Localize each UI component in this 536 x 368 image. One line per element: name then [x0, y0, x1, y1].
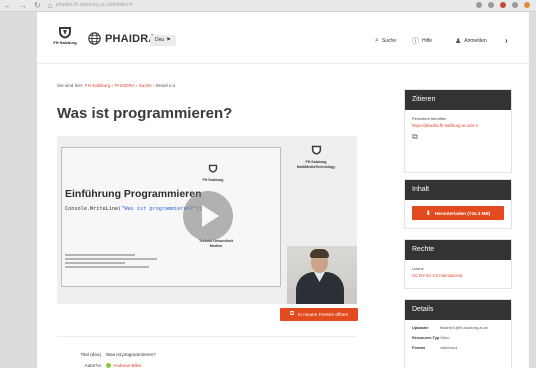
metadata-row: Titel (deu) Was ist programmieren?	[57, 349, 156, 360]
breadcrumb-current: Detail o:4	[155, 83, 176, 88]
metadata-list: Titel (deu) Was ist programmieren? Autor…	[57, 349, 156, 368]
logo-text: FH Salzburg	[53, 40, 77, 45]
download-button[interactable]: ⬇ Herunterladen (744.3 MB)	[412, 206, 504, 220]
search-icon: ⌕	[375, 36, 379, 44]
details-value: fhadmin1@fh-salzburg.ac.at	[440, 326, 488, 330]
page-title: Was ist programmieren?	[57, 105, 233, 122]
reload-icon[interactable]: ↻	[34, 1, 41, 11]
browser-extensions	[476, 2, 530, 8]
corner-subtitle: MultiMediaTechnology	[296, 165, 336, 169]
search-label: Suche	[381, 37, 397, 44]
page: FH Salzburg PHAIDRA Deu ⚑ ⌕ Suche ⓘ Hilf…	[37, 12, 529, 368]
help-button[interactable]: ⓘ Hilfe	[412, 34, 432, 47]
metadata-key: Autor*in	[84, 363, 101, 368]
breadcrumb-item[interactable]: Suche	[139, 83, 152, 88]
details-value: video/mp4	[440, 346, 458, 350]
persistent-id-label: Persistent Identifier	[412, 116, 447, 121]
author-name: Andreas Bilke	[113, 363, 142, 368]
metadata-key: Titel (deu)	[80, 352, 101, 357]
open-new-window-button[interactable]: ⧉ In neuem Fenster öffnen	[280, 308, 358, 321]
slide-logo-text: FH Salzburg	[202, 178, 224, 182]
author-link[interactable]: Andreas Bilke	[106, 363, 141, 368]
details-key: Uploader	[412, 326, 429, 330]
address-bar[interactable]: phaidra.fh-salzburg.ac.at/detail/o:4	[56, 2, 180, 9]
rights-panel-title: Rechte	[405, 240, 511, 260]
breadcrumb-separator: ›	[153, 83, 155, 88]
extension-icon[interactable]	[512, 2, 518, 8]
speaker-webcam	[287, 246, 357, 304]
cite-panel-title: Zitieren	[405, 90, 511, 110]
content-panel-title: Inhalt	[405, 180, 511, 200]
details-panel: Details Uploader fhadmin1@fh-salzburg.ac…	[404, 299, 512, 368]
language-label: Deu	[155, 37, 165, 43]
slide-code: Console.WriteLine("Was ist programmieren…	[65, 206, 202, 212]
details-key: Ressource-Typ	[412, 336, 440, 340]
chevron-right-icon: ›	[505, 36, 508, 45]
copy-icon[interactable]: ⧉	[412, 132, 504, 142]
metadata-row: Autor*in Andreas Bilke	[57, 360, 156, 368]
details-value: Video	[440, 336, 450, 340]
play-icon	[202, 205, 219, 227]
play-button[interactable]	[183, 191, 233, 241]
content-panel: Inhalt ⬇ Herunterladen (744.3 MB)	[404, 179, 512, 229]
rights-panel: Rechte Lizenz CC BY-SA 4.0 International	[404, 239, 512, 289]
browser-nav: ← → ↻ ⌂	[4, 1, 53, 11]
login-button[interactable]: ♟ Anmelden	[455, 34, 487, 47]
corner-logo: FH Salzburg MultiMediaTechnology	[287, 142, 345, 170]
breadcrumb-separator: ›	[135, 83, 138, 88]
search-button[interactable]: ⌕ Suche	[375, 34, 396, 47]
extension-icon[interactable]	[500, 2, 506, 8]
phaidra-brand[interactable]: PHAIDRA	[88, 32, 157, 45]
breadcrumb-item[interactable]: FH Salzburg	[85, 83, 111, 88]
crest-icon	[311, 145, 321, 155]
video-player[interactable]: FH Salzburg Einführung Programmieren Con…	[57, 136, 357, 304]
breadcrumb: Sie sind hier: FH Salzburg › PHAIDRA › S…	[57, 83, 175, 88]
external-link-icon: ⧉	[289, 311, 295, 317]
help-icon: ⓘ	[412, 37, 419, 45]
back-icon[interactable]: ←	[4, 1, 12, 11]
license-label: Lizenz	[412, 266, 424, 271]
slide-logo: FH Salzburg	[197, 160, 229, 182]
breadcrumb-item[interactable]: PHAIDRA	[114, 83, 134, 88]
persistent-id-link[interactable]: https://phaidra.fh-salzburg.ac.at/o:4	[412, 123, 504, 128]
extension-icon[interactable]	[488, 2, 494, 8]
browser-toolbar: ← → ↻ ⌂ phaidra.fh-salzburg.ac.at/detail…	[0, 0, 536, 12]
details-row: Ressource-Typ Video	[412, 336, 504, 341]
divider	[57, 336, 357, 337]
login-label: Anmelden	[464, 37, 487, 44]
download-icon: ⬇	[425, 210, 431, 217]
metadata-value: Was ist programmieren?	[106, 352, 156, 357]
home-icon[interactable]: ⌂	[48, 1, 53, 11]
breadcrumb-prefix: Sie sind hier:	[57, 83, 84, 88]
site-header: FH Salzburg PHAIDRA Deu ⚑ ⌕ Suche ⓘ Hilf…	[37, 12, 529, 64]
orcid-icon	[106, 363, 111, 368]
download-label: Herunterladen (744.3 MB)	[434, 210, 491, 216]
forward-icon[interactable]: →	[19, 1, 27, 11]
crest-icon	[59, 27, 71, 39]
more-button[interactable]: ›	[505, 34, 508, 47]
fh-salzburg-logo[interactable]: FH Salzburg	[51, 26, 79, 50]
license-link[interactable]: CC BY-SA 4.0 International	[412, 273, 504, 278]
breadcrumb-separator: ›	[111, 83, 114, 88]
help-label: Hilfe	[422, 37, 433, 44]
details-key: Format	[412, 346, 425, 350]
details-row: Format video/mp4	[412, 346, 504, 351]
user-icon: ♟	[455, 37, 462, 45]
slide-footer-text	[65, 254, 157, 270]
details-row: Uploader fhadmin1@fh-salzburg.ac.at	[412, 326, 504, 331]
extension-icon[interactable]	[524, 2, 530, 8]
extension-icon[interactable]	[476, 2, 482, 8]
globe-icon	[88, 32, 101, 45]
open-new-window-label: In neuem Fenster öffnen	[298, 312, 349, 317]
slide-heading: Einführung Programmieren	[65, 188, 202, 200]
details-panel-title: Details	[405, 300, 511, 320]
flag-icon: ⚑	[166, 37, 171, 43]
brand-name: PHAIDRA	[105, 32, 157, 45]
code-prefix: Console.WriteLine(	[65, 206, 122, 212]
language-selector[interactable]: Deu ⚑	[150, 35, 176, 46]
crest-icon	[208, 164, 218, 173]
cite-panel: Zitieren Persistent Identifier https://p…	[404, 89, 512, 173]
